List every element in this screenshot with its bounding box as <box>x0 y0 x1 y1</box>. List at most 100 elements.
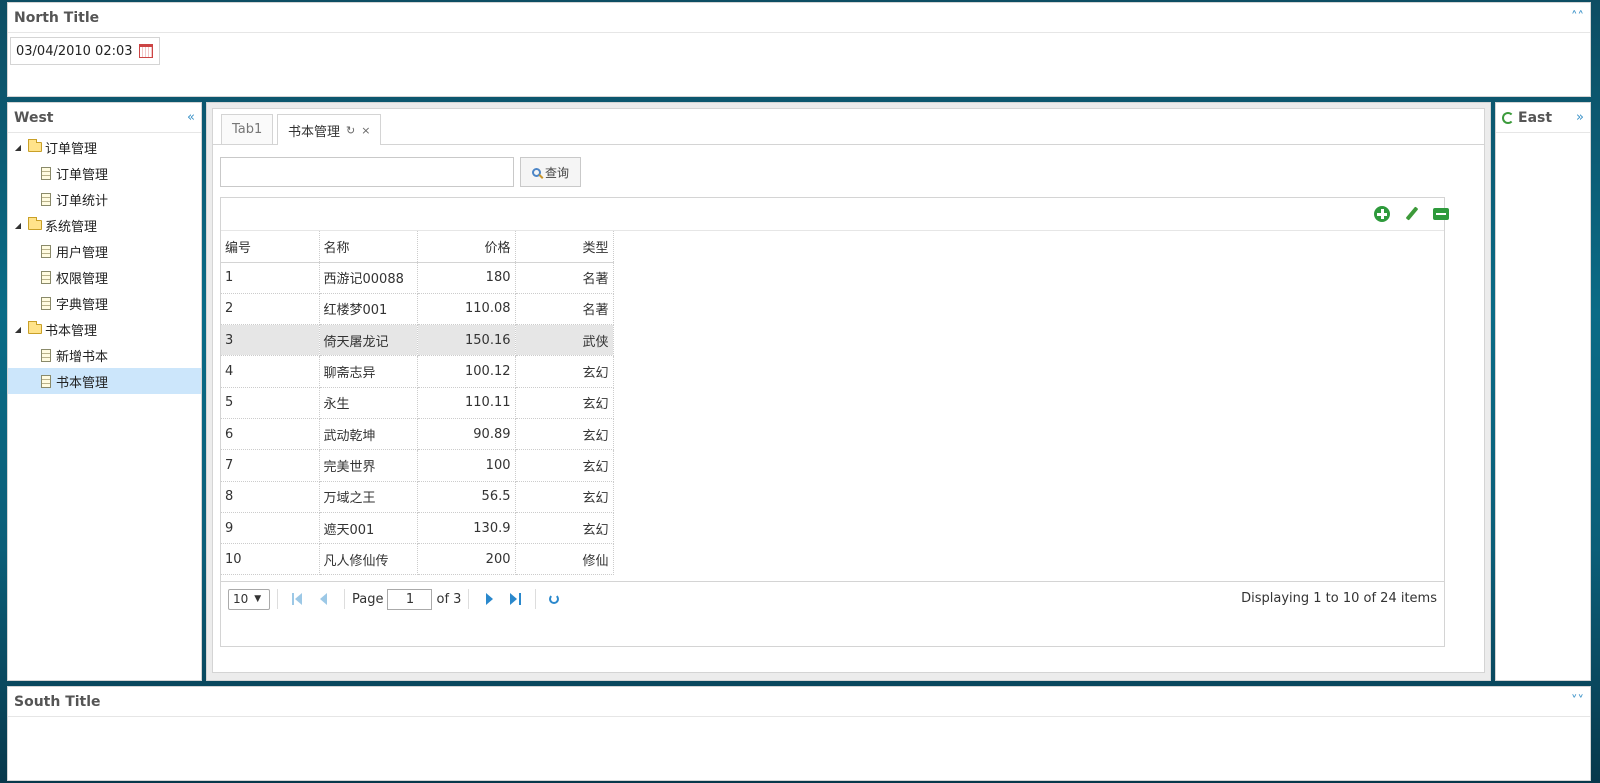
cell-type: 玄幻 <box>515 481 614 513</box>
pagination-bar: 10 ▼ Page 1 of 3 Displaying 1 to 10 of 2… <box>221 582 1444 616</box>
table-row[interactable]: 9 遮天001 130.9 玄幻 <box>221 512 614 545</box>
column-header-id[interactable]: 编号 <box>221 231 320 263</box>
tree-folder-order[interactable]: ◢ 订单管理 <box>8 134 201 160</box>
cell-id: 1 <box>221 262 320 294</box>
cell-id: 9 <box>221 512 320 545</box>
divider <box>535 589 537 609</box>
divider <box>277 589 278 609</box>
recycle-icon <box>1502 111 1514 124</box>
expand-arrow-icon[interactable]: ◢ <box>11 221 25 230</box>
tree-item-book-manage[interactable]: 书本管理 <box>8 368 201 394</box>
tree-item-dict-manage[interactable]: 字典管理 <box>8 290 201 316</box>
chevron-down-icon: ▼ <box>254 594 262 604</box>
cell-name: 红楼梦001 <box>319 293 418 326</box>
table-row[interactable]: 10 凡人修仙传 200 修仙 <box>221 543 614 576</box>
tree-folder-system[interactable]: ◢ 系统管理 <box>8 212 201 238</box>
cell-name: 完美世界 <box>319 449 418 482</box>
next-page-icon[interactable] <box>481 591 497 607</box>
tab-book-manage[interactable]: 书本管理 ↻ × <box>277 114 382 145</box>
page-number-input[interactable]: 1 <box>387 588 433 610</box>
book-table: 编号 名称 价格 类型 1 西游记00088 180 名著 2 红楼梦001 110.08 名… <box>221 231 614 576</box>
collapse-left-icon[interactable]: « <box>187 111 195 124</box>
cell-price: 180 <box>417 262 516 294</box>
file-icon <box>41 192 51 206</box>
cell-price: 110.08 <box>417 293 516 326</box>
cell-id: 2 <box>221 293 320 326</box>
page-total-label: of 3 <box>436 591 462 607</box>
column-header-price[interactable]: 价格 <box>417 231 516 263</box>
tree-item-order-stats[interactable]: 订单统计 <box>8 186 201 212</box>
reload-icon[interactable] <box>549 594 560 604</box>
cell-type: 玄幻 <box>515 387 614 419</box>
west-panel: West « ◢ 订单管理 订单管理 订单统计 ◢ 系统管理 用户管理 权限管理 <box>7 102 202 681</box>
column-header-type[interactable]: 类型 <box>515 231 614 263</box>
table-row[interactable]: 3 倚天屠龙记 150.16 武侠 <box>221 324 614 357</box>
expand-arrow-icon[interactable]: ◢ <box>11 325 25 334</box>
tree-folder-label: 系统管理 <box>45 219 98 235</box>
file-icon <box>41 296 51 310</box>
tree-folder-book[interactable]: ◢ 书本管理 <box>8 316 201 342</box>
tree-item-label: 字典管理 <box>56 297 109 313</box>
table-row[interactable]: 2 红楼梦001 110.08 名著 <box>221 293 614 326</box>
expand-arrow-icon[interactable]: ◢ <box>11 143 25 152</box>
file-icon <box>41 374 51 388</box>
remove-icon[interactable] <box>1433 208 1449 220</box>
west-title: West <box>14 109 54 126</box>
refresh-icon[interactable]: ↻ <box>346 124 355 137</box>
search-input[interactable] <box>220 157 514 187</box>
cell-name: 凡人修仙传 <box>319 543 418 576</box>
last-page-icon[interactable] <box>507 591 523 607</box>
east-panel: East » <box>1495 102 1591 681</box>
page-size-select[interactable]: 10 ▼ <box>228 588 270 610</box>
tab-tab1[interactable]: Tab1 <box>221 114 274 144</box>
south-panel: South Title ˅˅ <box>7 686 1591 781</box>
table-row[interactable]: 1 西游记00088 180 名著 <box>221 262 614 294</box>
south-header: South Title ˅˅ <box>8 687 1590 717</box>
cell-name: 倚天屠龙记 <box>319 324 418 357</box>
tree-item-add-book[interactable]: 新增书本 <box>8 342 201 368</box>
tab-strip: Tab1 书本管理 ↻ × <box>213 109 1484 145</box>
collapse-down-icon[interactable]: ˅˅ <box>1571 695 1584 708</box>
table-row[interactable]: 8 万域之王 56.5 玄幻 <box>221 481 614 513</box>
table-row[interactable]: 7 完美世界 100 玄幻 <box>221 449 614 482</box>
cell-type: 武侠 <box>515 324 614 357</box>
table-row[interactable]: 5 永生 110.11 玄幻 <box>221 387 614 419</box>
tree-item-label: 订单统计 <box>56 193 109 209</box>
cell-id: 4 <box>221 355 320 388</box>
tree-item-permission-manage[interactable]: 权限管理 <box>8 264 201 290</box>
cell-type: 玄幻 <box>515 418 614 451</box>
tree-item-user-manage[interactable]: 用户管理 <box>8 238 201 264</box>
tree-item-label: 权限管理 <box>56 271 109 287</box>
datetime-field[interactable]: 03/04/2010 02:03 <box>10 37 160 65</box>
tree-folder-label: 订单管理 <box>45 141 98 157</box>
file-icon <box>41 166 51 180</box>
calendar-icon[interactable] <box>139 44 153 58</box>
page-size-value: 10 <box>233 592 249 606</box>
cell-name: 武动乾坤 <box>319 418 418 451</box>
cell-price: 56.5 <box>417 481 516 513</box>
query-button[interactable]: 查询 <box>520 157 581 187</box>
cell-price: 100 <box>417 449 516 482</box>
prev-page-icon[interactable] <box>316 591 332 607</box>
tab-container: Tab1 书本管理 ↻ × 查询 编号 名称 价格 类型 1 西游记00088 … <box>212 108 1485 673</box>
first-page-icon[interactable] <box>290 591 306 607</box>
datetime-value: 03/04/2010 02:03 <box>16 43 133 59</box>
grid-body: 编号 名称 价格 类型 1 西游记00088 180 名著 2 红楼梦001 110.08 名… <box>221 231 1444 582</box>
tree-folder-label: 书本管理 <box>45 323 98 339</box>
tree-item-order-manage[interactable]: 订单管理 <box>8 160 201 186</box>
tab-label: Tab1 <box>232 122 263 137</box>
data-grid: 编号 名称 价格 类型 1 西游记00088 180 名著 2 红楼梦001 110.08 名… <box>220 197 1449 647</box>
table-row[interactable]: 6 武动乾坤 90.89 玄幻 <box>221 418 614 451</box>
edit-pencil-icon[interactable] <box>1404 206 1420 222</box>
add-icon[interactable] <box>1374 206 1390 222</box>
close-icon[interactable]: × <box>361 124 370 137</box>
cell-price: 100.12 <box>417 355 516 388</box>
collapse-right-icon[interactable]: » <box>1576 111 1584 124</box>
collapse-up-icon[interactable]: ˄˄ <box>1571 11 1584 24</box>
cell-name: 永生 <box>319 387 418 419</box>
table-row[interactable]: 4 聊斋志异 100.12 玄幻 <box>221 355 614 388</box>
cell-type: 修仙 <box>515 543 614 576</box>
cell-price: 150.16 <box>417 324 516 357</box>
column-header-name[interactable]: 名称 <box>319 231 418 263</box>
cell-price: 200 <box>417 543 516 576</box>
